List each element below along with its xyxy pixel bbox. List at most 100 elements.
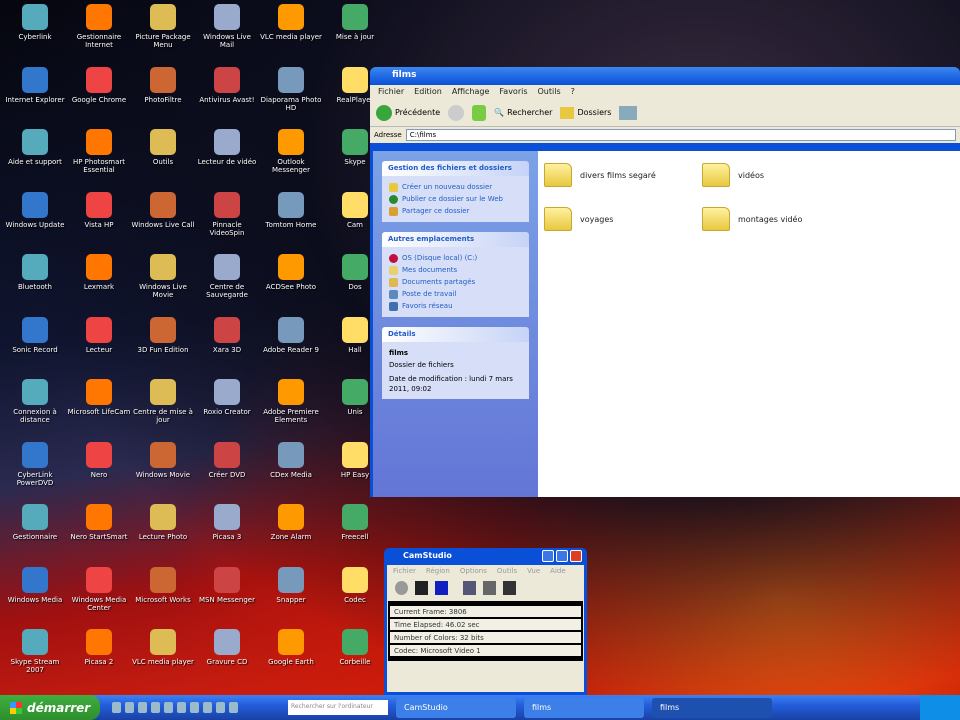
desktop-icon[interactable]: MSN Messenger bbox=[195, 566, 259, 604]
desktop-icon[interactable]: Centre de Sauvegarde bbox=[195, 254, 259, 299]
desktop-icon[interactable]: Roxio Creator bbox=[195, 379, 259, 416]
cam-menu-tools[interactable]: Outils bbox=[497, 567, 517, 575]
cam-menu-region[interactable]: Région bbox=[426, 567, 450, 575]
desktop-icon[interactable]: Lecteur de vidéo bbox=[195, 129, 259, 166]
folder-item[interactable]: vidéos bbox=[702, 163, 764, 187]
desktop-icon[interactable]: Nero bbox=[67, 441, 131, 479]
desktop-icon[interactable]: Windows Update bbox=[3, 191, 67, 229]
system-tray[interactable] bbox=[920, 695, 960, 720]
views-button[interactable] bbox=[619, 105, 638, 120]
details-header[interactable]: Détails bbox=[382, 327, 529, 342]
desktop-icon[interactable]: ACDSee Photo bbox=[259, 254, 323, 291]
desktop-icon[interactable]: Lecture Photo bbox=[131, 504, 195, 541]
quick-launch-icon[interactable] bbox=[190, 702, 199, 713]
desktop-icon[interactable]: Vista HP bbox=[67, 191, 131, 229]
desktop-icon[interactable]: Windows Live Call bbox=[131, 191, 195, 229]
tasks-header[interactable]: Gestion des fichiers et dossiers bbox=[382, 161, 529, 176]
desktop-icon[interactable]: Antivirus Avast! bbox=[195, 66, 259, 104]
menu-help[interactable]: ? bbox=[571, 87, 575, 97]
desktop-icon[interactable]: Freecell bbox=[323, 504, 387, 541]
up-folder-button[interactable] bbox=[472, 104, 487, 121]
desktop-icon[interactable]: Créer DVD bbox=[195, 441, 259, 479]
cam-menu-options[interactable]: Options bbox=[460, 567, 487, 575]
place-drive-c[interactable]: OS (Disque local) (C:) bbox=[389, 252, 522, 264]
camstudio-title[interactable]: CamStudio bbox=[403, 551, 452, 560]
desktop-icon[interactable]: Google Earth bbox=[259, 629, 323, 666]
task-camstudio[interactable]: CamStudio bbox=[396, 697, 516, 718]
desktop-icon[interactable]: Internet Explorer bbox=[3, 66, 67, 104]
address-input[interactable]: C:\films bbox=[405, 129, 956, 141]
cam-menu-file[interactable]: Fichier bbox=[393, 567, 416, 575]
desktop-icon[interactable]: Nero StartSmart bbox=[67, 504, 131, 541]
desktop-icon[interactable]: Picasa 2 bbox=[67, 629, 131, 666]
desktop-icon[interactable]: Outlook Messenger bbox=[259, 129, 323, 174]
task-share[interactable]: Partager ce dossier bbox=[389, 205, 522, 217]
task-films[interactable]: films bbox=[524, 697, 644, 718]
desktop-icon[interactable]: Adobe Premiere Elements bbox=[259, 379, 323, 424]
desktop-icon[interactable]: Snapper bbox=[259, 566, 323, 604]
forward-button[interactable] bbox=[448, 104, 465, 121]
quick-launch-icon[interactable] bbox=[112, 702, 121, 713]
cam-menu-view[interactable]: Vue bbox=[527, 567, 540, 575]
desktop-icon[interactable]: Pinnacle VideoSpin bbox=[195, 191, 259, 237]
desktop-icon[interactable]: VLC media player bbox=[259, 4, 323, 41]
desktop-icon[interactable]: HP Photosmart Essential bbox=[67, 129, 131, 174]
desktop-icon[interactable]: Centre de mise à jour bbox=[131, 379, 195, 424]
desktop-icon[interactable]: Adobe Reader 9 bbox=[259, 316, 323, 354]
back-button[interactable]: Précédente bbox=[376, 104, 440, 121]
places-header[interactable]: Autres emplacements bbox=[382, 232, 529, 247]
desktop-icon[interactable]: Aide et support bbox=[3, 129, 67, 166]
desktop-icon[interactable]: PhotoFiltre bbox=[131, 66, 195, 104]
task-films-active[interactable]: films bbox=[652, 697, 772, 718]
task-new-folder[interactable]: Créer un nouveau dossier bbox=[389, 181, 522, 193]
folder-item[interactable]: divers films segaré bbox=[544, 163, 656, 187]
desktop-search-input[interactable]: Rechercher sur l'ordinateur bbox=[288, 700, 388, 715]
desktop-icon[interactable]: Connexion à distance bbox=[3, 379, 67, 424]
desktop-icon[interactable]: Microsoft LifeCam bbox=[67, 379, 131, 416]
quick-launch-icon[interactable] bbox=[138, 702, 147, 713]
record-button[interactable] bbox=[395, 581, 408, 595]
folder-item[interactable]: montages vidéo bbox=[702, 207, 802, 231]
desktop-icon[interactable]: Lecteur bbox=[67, 316, 131, 354]
desktop-icon[interactable]: Windows Media Center bbox=[67, 566, 131, 612]
desktop-icon[interactable]: Xara 3D bbox=[195, 316, 259, 354]
place-my-computer[interactable]: Poste de travail bbox=[389, 288, 522, 300]
desktop-icon[interactable]: Picture Package Menu bbox=[131, 4, 195, 49]
desktop-icon[interactable]: Microsoft Works bbox=[131, 566, 195, 604]
desktop-icon[interactable]: Zone Alarm bbox=[259, 504, 323, 541]
start-button[interactable]: démarrer bbox=[0, 695, 100, 720]
desktop-icon[interactable]: Windows Live Mail bbox=[195, 4, 259, 49]
desktop-icon[interactable]: Gestionnaire bbox=[3, 504, 67, 541]
camera-button[interactable] bbox=[503, 581, 516, 595]
place-shared-documents[interactable]: Documents partagés bbox=[389, 276, 522, 288]
quick-launch-icon[interactable] bbox=[164, 702, 173, 713]
desktop-icon[interactable]: VLC media player bbox=[131, 629, 195, 666]
pause-button[interactable] bbox=[415, 581, 428, 595]
desktop-icon[interactable]: CyberLink PowerDVD bbox=[3, 441, 67, 487]
desktop-icon[interactable]: Windows Media bbox=[3, 566, 67, 604]
quick-launch-icon[interactable] bbox=[229, 702, 238, 713]
folder-item[interactable]: voyages bbox=[544, 207, 613, 231]
desktop-icon[interactable]: Corbeille bbox=[323, 629, 387, 666]
quick-launch-icon[interactable] bbox=[151, 702, 160, 713]
desktop-icon[interactable]: Windows Live Movie bbox=[131, 254, 195, 299]
desktop-icon[interactable]: Lexmark bbox=[67, 254, 131, 291]
desktop-icon[interactable]: Gestionnaire Internet bbox=[67, 4, 131, 49]
desktop-icon[interactable]: Windows Movie bbox=[131, 441, 195, 479]
quick-launch-icon[interactable] bbox=[177, 702, 186, 713]
close-button[interactable] bbox=[570, 550, 582, 562]
quick-launch-icon[interactable] bbox=[125, 702, 134, 713]
desktop-icon[interactable]: Picasa 3 bbox=[195, 504, 259, 541]
desktop-icon[interactable]: Codec bbox=[323, 566, 387, 604]
desktop-icon[interactable]: Sonic Record bbox=[3, 316, 67, 354]
desktop-icon[interactable]: Gravure CD bbox=[195, 629, 259, 666]
menu-edition[interactable]: Edition bbox=[414, 87, 442, 97]
menu-affichage[interactable]: Affichage bbox=[452, 87, 490, 97]
cursor-button[interactable] bbox=[483, 581, 496, 595]
desktop-icon[interactable]: Cyberlink bbox=[3, 4, 67, 41]
desktop-icon[interactable]: Skype Stream 2007 bbox=[3, 629, 67, 674]
quick-launch-icon[interactable] bbox=[203, 702, 212, 713]
minimize-button[interactable] bbox=[542, 550, 554, 562]
cam-menu-help[interactable]: Aide bbox=[550, 567, 565, 575]
menu-outils[interactable]: Outils bbox=[538, 87, 561, 97]
